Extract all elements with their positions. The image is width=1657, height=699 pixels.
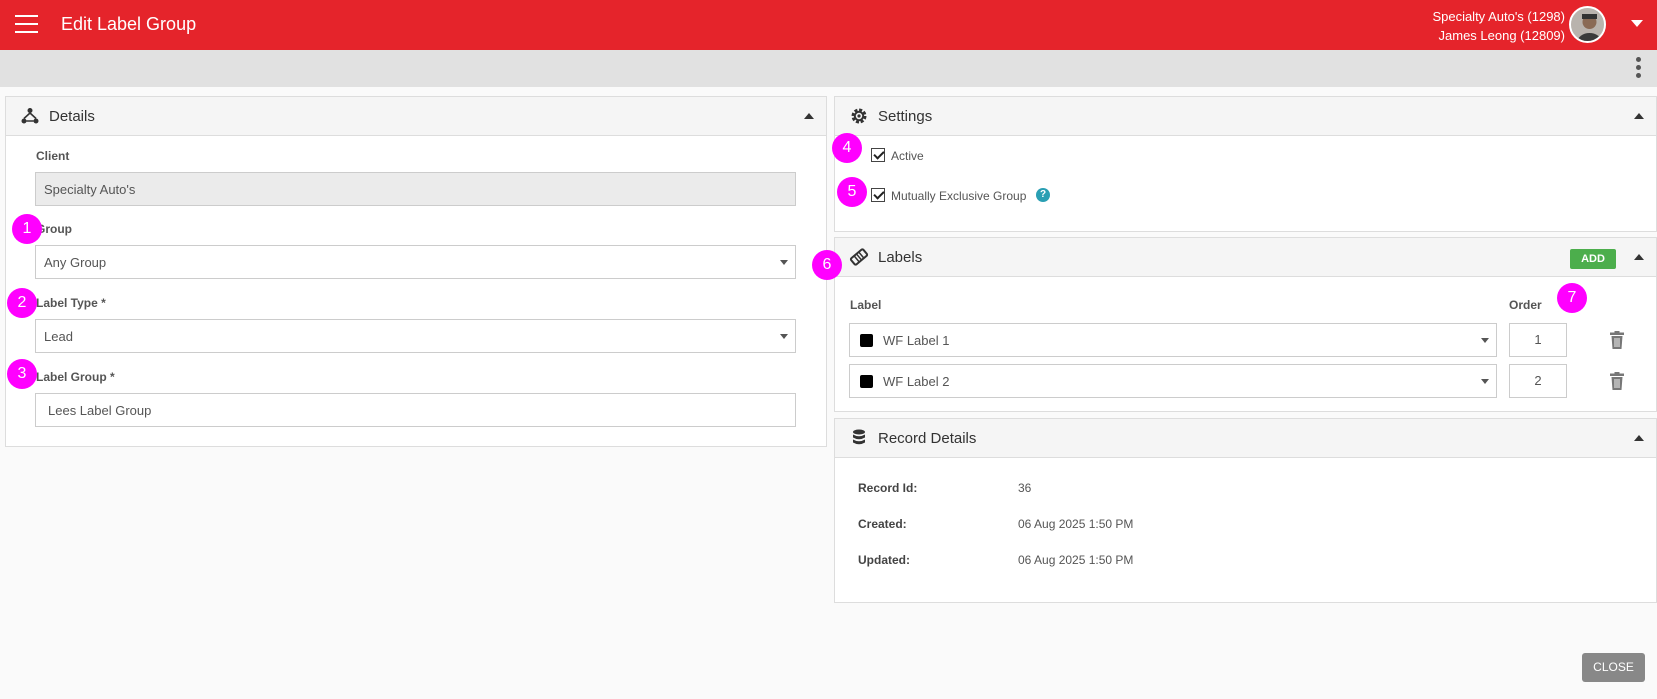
collapse-icon[interactable] [1634,254,1644,260]
account-info[interactable]: Specialty Auto's (1298) James Leong (128… [1432,7,1565,45]
annotation-badge: 4 [832,133,862,163]
mutually-exclusive-label: Mutually Exclusive Group [891,189,1027,203]
account-user: James Leong (12809) [1438,28,1565,43]
label-select[interactable]: WF Label 2 [849,364,1497,398]
order-column-header: Order [1509,298,1542,312]
record-details-panel-header[interactable]: Record Details [835,419,1656,458]
collapse-icon[interactable] [1634,113,1644,119]
avatar[interactable] [1569,6,1606,43]
collapse-icon[interactable] [804,113,814,119]
client-label: Client [36,149,70,163]
annotation-badge: 1 [12,214,42,244]
label-column-header: Label [850,298,882,312]
trash-icon[interactable] [1610,331,1624,349]
group-select[interactable]: Any Group [35,245,796,279]
updated-value: 06 Aug 2025 1:50 PM [1018,553,1134,567]
settings-title: Settings [878,108,933,125]
label-select-value: WF Label 2 [883,374,950,389]
menu-icon[interactable] [15,15,38,33]
active-checkbox[interactable] [871,148,885,162]
top-app-bar: Edit Label Group Specialty Auto's (1298)… [0,0,1657,50]
labels-panel-header[interactable]: Labels ADD [835,238,1656,277]
close-button[interactable]: CLOSE [1582,653,1645,682]
color-swatch [860,334,873,347]
more-options-icon[interactable] [1631,57,1645,81]
order-input[interactable]: 1 [1509,323,1567,357]
details-panel: Details Client Specialty Auto's Group An… [5,96,827,447]
label-type-label: Label Type * [36,296,106,310]
labels-panel: Labels ADD Label Order WF Label 1 1 WF L… [834,237,1657,412]
add-label-button[interactable]: ADD [1570,249,1616,269]
label-group-input[interactable]: Lees Label Group [35,393,796,427]
mutually-exclusive-checkbox[interactable] [871,188,885,202]
annotation-badge: 2 [7,288,37,318]
collapse-icon[interactable] [1634,435,1644,441]
label-select-value: WF Label 1 [883,333,950,348]
label-type-select[interactable]: Lead [35,319,796,353]
settings-panel: Settings Active Mutually Exclusive Group… [834,96,1657,232]
active-label: Active [891,149,924,163]
record-id-value: 36 [1018,481,1032,495]
client-field: Specialty Auto's [35,172,796,206]
label-select[interactable]: WF Label 1 [849,323,1497,357]
record-id-label: Record Id: [858,481,918,495]
label-group-label: Label Group * [36,370,115,384]
order-input[interactable]: 2 [1509,364,1567,398]
details-panel-header[interactable]: Details [6,97,826,136]
annotation-badge: 6 [812,250,842,280]
labels-title: Labels [878,249,923,266]
user-avatar-icon [1571,8,1604,41]
record-details-title: Record Details [878,430,977,447]
details-title: Details [49,108,95,125]
created-value: 06 Aug 2025 1:50 PM [1018,517,1134,531]
color-swatch [860,375,873,388]
database-icon [853,429,865,445]
group-icon [21,108,39,124]
chevron-down-icon[interactable] [1631,20,1643,27]
toolbar [0,50,1657,87]
annotation-badge: 5 [837,177,867,207]
gear-icon [851,108,867,124]
trash-icon[interactable] [1610,372,1624,390]
page-title: Edit Label Group [61,14,197,34]
annotation-badge: 7 [1557,283,1587,313]
account-client: Specialty Auto's (1298) [1432,9,1565,24]
annotation-badge: 3 [7,359,37,389]
settings-panel-header[interactable]: Settings [835,97,1656,136]
record-details-panel: Record Details Record Id: 36 Created: 06… [834,418,1657,603]
created-label: Created: [858,517,907,531]
updated-label: Updated: [858,553,910,567]
help-icon[interactable]: ? [1036,188,1050,202]
tag-icon [849,248,869,266]
